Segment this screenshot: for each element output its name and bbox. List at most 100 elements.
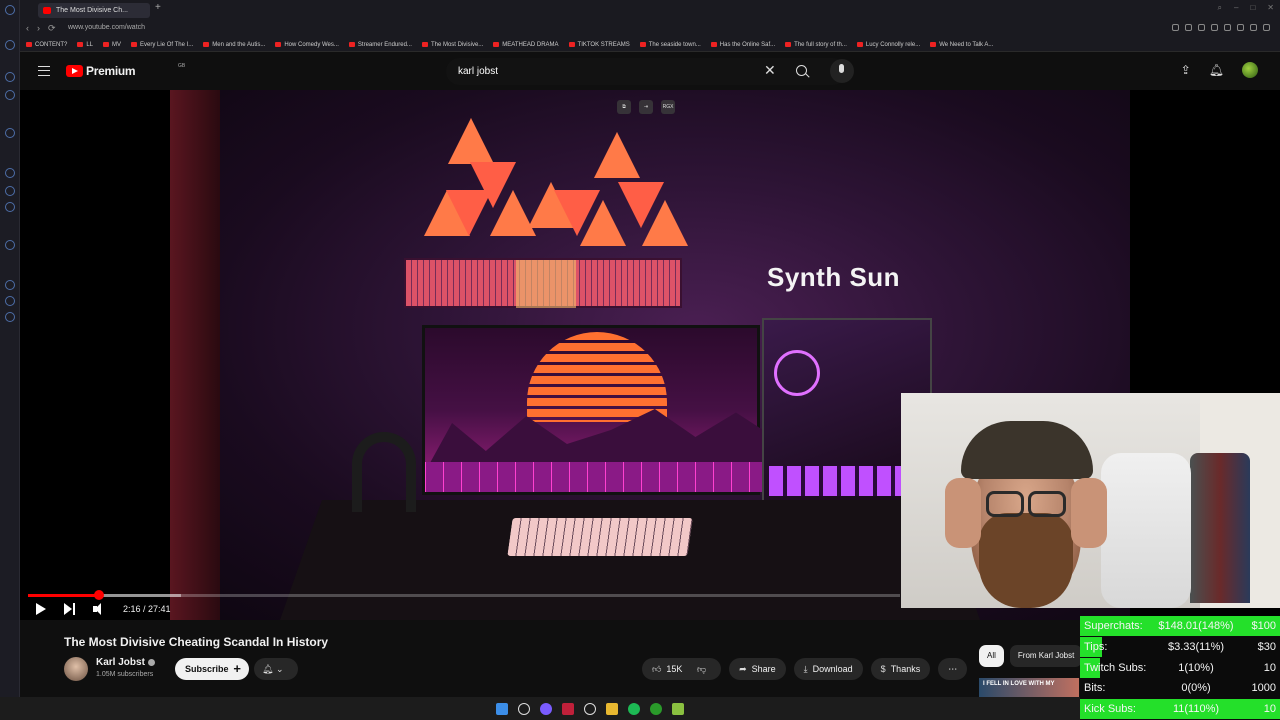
nav-buttons[interactable]: ‹›⟳ <box>26 23 64 34</box>
voice-search-mic-icon[interactable] <box>830 59 854 83</box>
play-icon[interactable] <box>1237 24 1244 31</box>
bookmark-item[interactable]: Streamer Endured... <box>348 42 412 48</box>
video-overlay-text: Synth Sun <box>767 262 901 292</box>
cast-icon[interactable]: ⇥ <box>639 100 653 114</box>
notifications-bell-icon[interactable]: 🔔︎ <box>1209 63 1224 77</box>
sidebar-icon[interactable] <box>5 296 15 306</box>
chip-from-channel[interactable]: From Karl Jobst <box>1009 645 1083 667</box>
bookmark-favicon-icon <box>26 42 32 47</box>
opera-icon[interactable] <box>562 702 574 715</box>
bookmark-item[interactable]: MV <box>103 42 121 48</box>
hamburger-menu-icon[interactable] <box>38 66 50 76</box>
bell-icon: 🔔︎ <box>262 664 274 674</box>
webcam-coats <box>1190 453 1250 603</box>
url-field[interactable]: www.youtube.com/watch <box>68 24 145 31</box>
download-label: Download <box>812 664 853 674</box>
chip-all[interactable]: All <box>979 645 1004 667</box>
app-icon[interactable] <box>540 702 552 715</box>
related-video-thumbnail[interactable]: I FELL IN LOVE WITH MY <box>979 678 1079 698</box>
bookmark-item[interactable]: The seaside town... <box>639 42 701 48</box>
subscribe-button[interactable]: Subscribe + <box>175 658 249 680</box>
windows-start-icon[interactable] <box>496 702 508 715</box>
bookmark-label: LL <box>86 41 94 48</box>
like-button[interactable]: 👍︎ 15K 👎︎ <box>642 658 722 680</box>
notification-bell-button[interactable]: 🔔︎ ⌄ <box>254 658 298 680</box>
instagram-icon[interactable] <box>5 202 15 212</box>
bookmark-item[interactable]: TIKTOK STREAMS <box>568 42 630 48</box>
extension-icon[interactable] <box>1198 24 1205 31</box>
bookmark-item[interactable]: CONTENT? <box>26 42 67 48</box>
channel-name[interactable]: Karl Jobst <box>96 657 155 668</box>
youtube-header: Premium GB karl jobst ✕ ⇪ 🔔︎ <box>20 52 1280 90</box>
clear-search-icon[interactable]: ✕ <box>764 62 776 79</box>
search-tabs-icon[interactable]: ⌕ <box>1218 3 1222 13</box>
messenger-icon[interactable] <box>5 186 15 196</box>
zoom-icon[interactable] <box>1172 24 1179 31</box>
download-button[interactable]: ⤓ Download <box>793 658 863 680</box>
bookmark-item[interactable]: Has the Online Saf... <box>710 42 775 48</box>
app-icon[interactable] <box>672 702 684 715</box>
bookmark-favicon-icon <box>348 42 355 47</box>
progress-bar[interactable] <box>28 590 900 600</box>
play-icon[interactable] <box>36 603 46 615</box>
xbox-icon[interactable] <box>650 702 662 715</box>
bookmark-item[interactable]: MEATHEAD DRAMA <box>493 42 559 48</box>
search-icon[interactable] <box>796 65 807 76</box>
stat-row: Kick Subs: 11(110%) 10 <box>1080 699 1280 720</box>
extension-icon[interactable] <box>1224 24 1231 31</box>
share-button[interactable]: ➦ Share <box>729 658 786 680</box>
stat-goal: 10 <box>1263 703 1276 716</box>
search-input[interactable]: karl jobst ✕ <box>446 58 846 85</box>
bookmark-item[interactable]: Every Lie Of The I... <box>131 42 193 48</box>
browser-tab-active[interactable]: The Most Divisive Ch... <box>38 3 150 18</box>
bookmark-item[interactable]: LL <box>77 42 93 48</box>
minimize-icon[interactable]: – <box>1234 3 1238 13</box>
bookmark-label: The Most Divisive... <box>430 41 484 48</box>
settings-icon[interactable] <box>5 312 15 322</box>
bookmark-item[interactable]: The Most Divisive... <box>421 41 484 48</box>
sidebar-icon[interactable] <box>5 72 15 82</box>
new-tab-icon[interactable]: + <box>155 2 161 13</box>
spotify-icon[interactable] <box>628 702 640 715</box>
webcam-hand <box>945 478 981 548</box>
bookmark-item[interactable]: We Need to Talk A... <box>930 42 993 48</box>
sidebar-icon[interactable] <box>5 240 15 250</box>
stat-row: Twitch Subs: 1(10%) 10 <box>1080 657 1280 678</box>
maximize-icon[interactable]: □ <box>1250 3 1255 13</box>
miniplayer-icon[interactable]: ⧉ <box>617 100 631 114</box>
channel-avatar[interactable] <box>64 657 88 681</box>
account-avatar[interactable] <box>1242 62 1258 78</box>
extension-icon[interactable] <box>1185 24 1192 31</box>
heart-icon[interactable] <box>1250 24 1257 31</box>
sidebar-icon[interactable] <box>5 40 15 50</box>
menu-icon[interactable] <box>1263 24 1270 31</box>
taskbar <box>0 697 1080 720</box>
sidebar-icon[interactable] <box>5 280 15 290</box>
bookmark-item[interactable]: How Comedy Wes... <box>275 42 339 48</box>
rgx-badge[interactable]: RGX <box>661 100 675 114</box>
shield-icon[interactable] <box>1211 24 1218 31</box>
bookmark-item[interactable]: Men and the Autis... <box>203 42 265 48</box>
sidebar-icon[interactable] <box>5 168 15 178</box>
search-icon[interactable] <box>518 702 530 715</box>
folder-icon[interactable] <box>606 702 618 715</box>
youtube-logo[interactable]: Premium GB <box>66 63 185 78</box>
channel-name-text: Karl Jobst <box>96 657 145 668</box>
more-actions-button[interactable]: ⋯ <box>938 658 968 680</box>
volume-icon[interactable] <box>93 603 105 615</box>
close-window-icon[interactable]: ✕ <box>1267 3 1274 13</box>
next-video-icon[interactable] <box>64 603 75 615</box>
sidebar-icon[interactable] <box>5 128 15 138</box>
stat-label: Bits: <box>1084 682 1106 695</box>
logo-region: GB <box>178 63 186 69</box>
sidebar-icon[interactable] <box>5 90 15 100</box>
header-actions: ⇪ 🔔︎ <box>1181 62 1258 78</box>
thumbs-down-icon[interactable]: 👎︎ <box>697 664 706 674</box>
browser-menu-icon[interactable] <box>5 5 15 15</box>
bookmark-item[interactable]: The full story of th... <box>785 42 847 48</box>
thanks-button[interactable]: $ Thanks <box>870 658 931 680</box>
bookmark-item[interactable]: Lucy Connolly rele... <box>856 42 920 48</box>
bookmark-favicon-icon <box>710 42 717 47</box>
chrome-icon[interactable] <box>584 702 596 715</box>
upload-icon[interactable]: ⇪ <box>1181 63 1191 77</box>
